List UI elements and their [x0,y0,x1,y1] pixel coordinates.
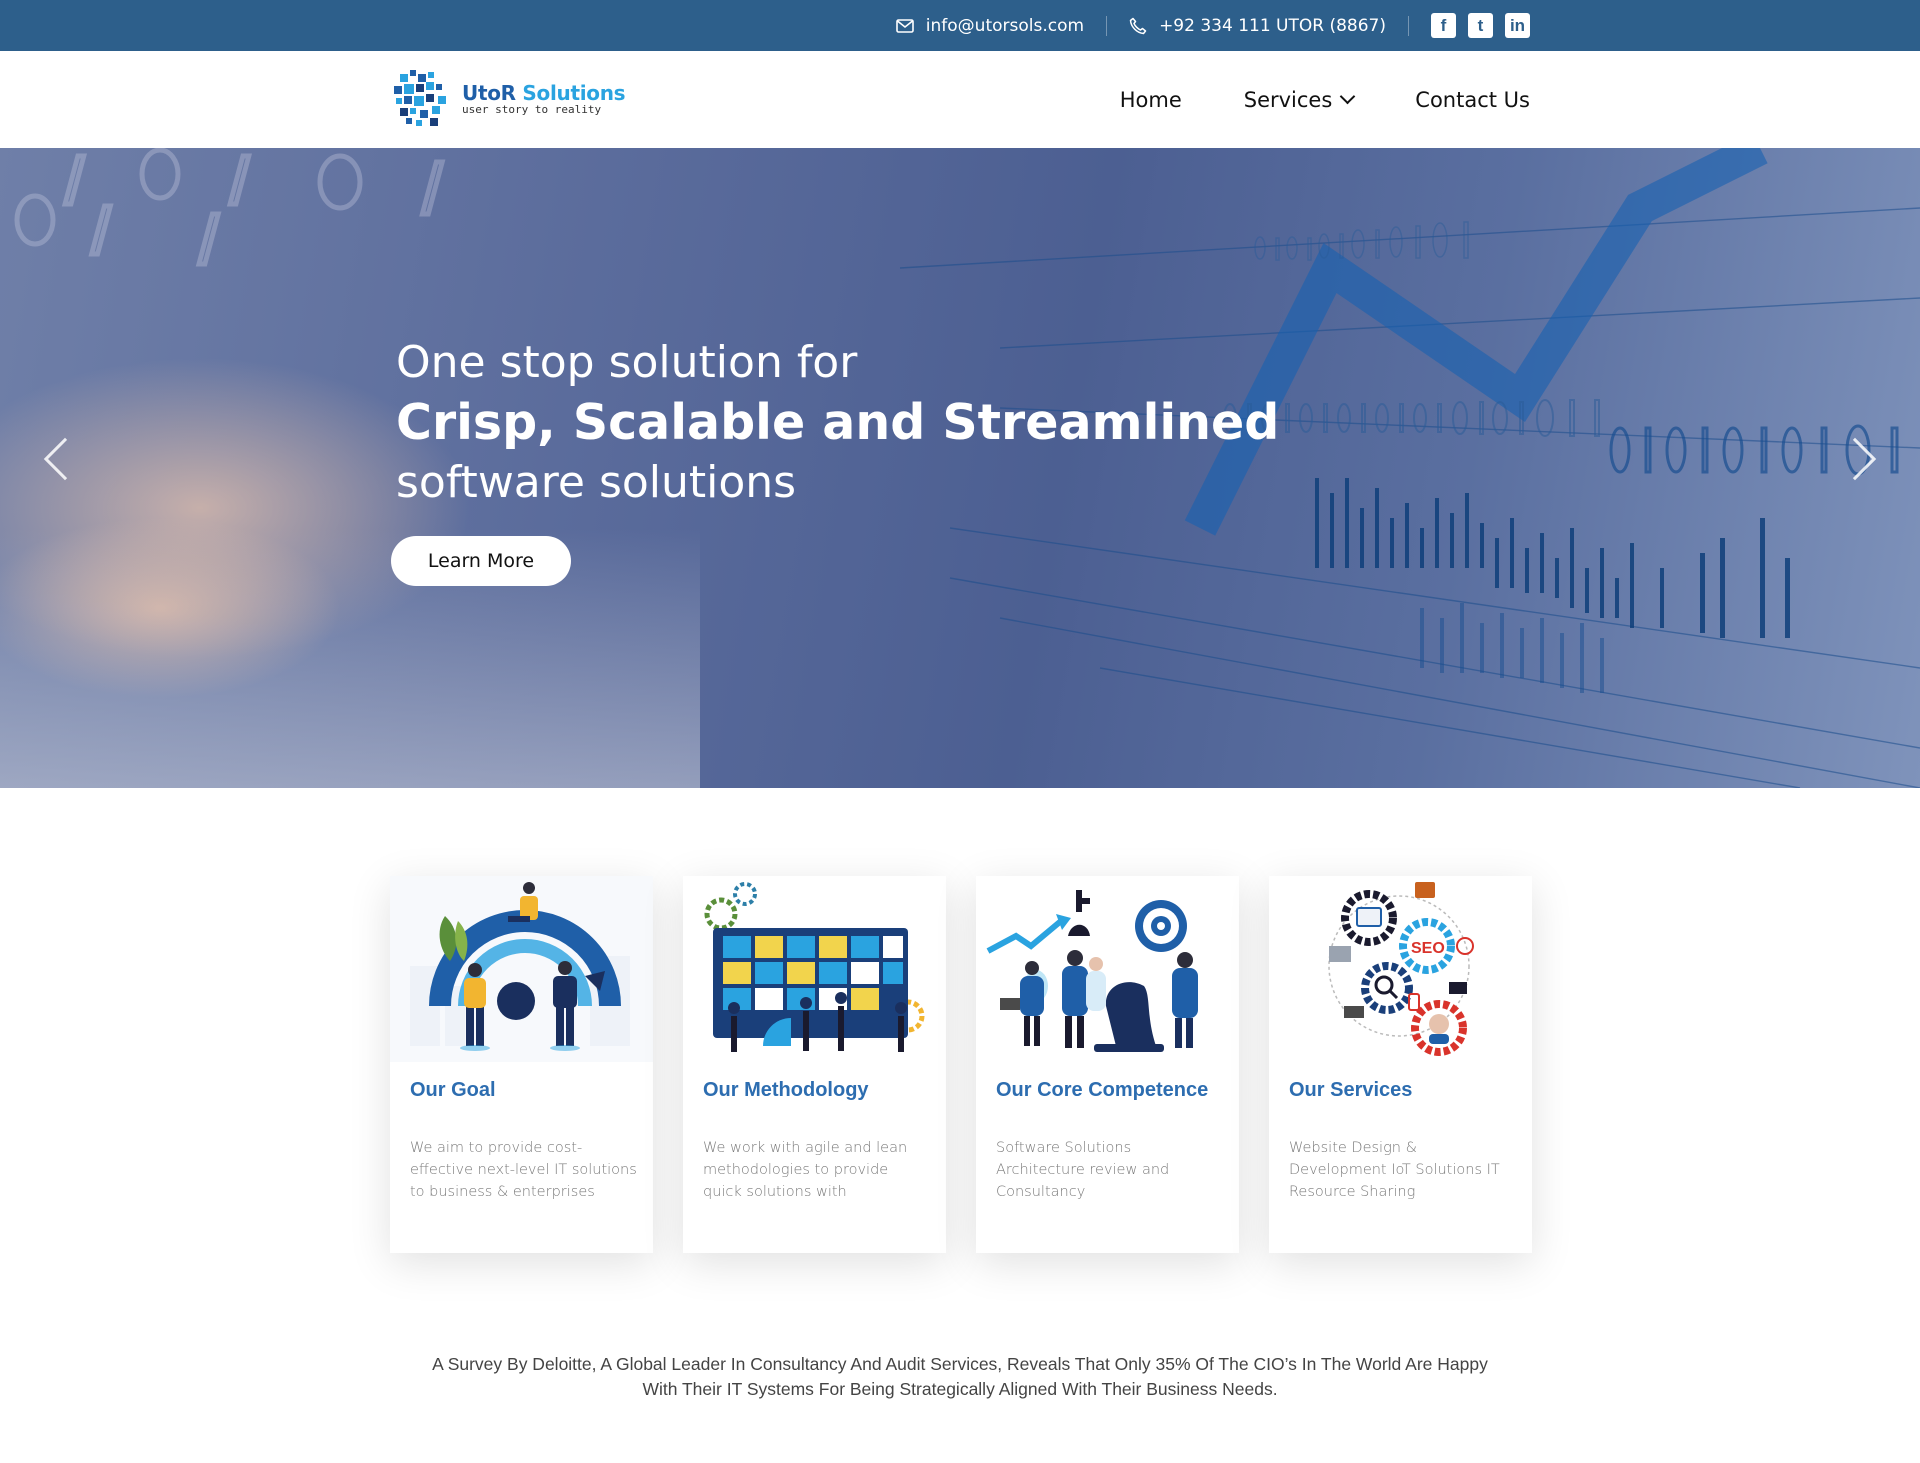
nav-services[interactable]: Services [1243,87,1356,112]
card-text: Website Design & Development IoT Solutio… [1289,1140,1500,1200]
main-nav: Home Services Contact Us [1120,51,1530,148]
svg-text:SEO: SEO [1411,940,1445,957]
card-title: Our Core Competence [996,1079,1209,1101]
phone-text[interactable]: +92 334 111 UTOR (8867) [1159,16,1386,36]
hero-line-2: Crisp, Scalable and Streamlined [396,394,1280,451]
top-bar: info@utorsols.com +92 334 111 UTOR (8867… [0,0,1920,51]
logo-mark-icon [394,70,446,126]
top-bar-contacts: info@utorsols.com +92 334 111 UTOR (8867… [895,0,1530,51]
logo-name: UtoR Solutions [462,80,626,105]
divider [1106,15,1108,36]
learn-more-button[interactable]: Learn More [391,536,571,586]
nav-services-label: Services [1243,87,1333,112]
facebook-icon[interactable]: f [1431,13,1456,38]
survey-statement: A Survey By Deloitte, A Global Leader In… [432,1354,1488,1399]
goal-illustration [390,876,653,1062]
methodology-illustration [683,876,946,1062]
site-logo[interactable]: UtoR Solutions user story to reality [392,68,626,128]
nav-home[interactable]: Home [1120,88,1182,112]
twitter-icon[interactable]: t [1468,13,1493,38]
hero-line-1: One stop solution for [396,337,858,388]
hero-heading: One stop solution for Crisp, Scalable an… [396,333,1279,513]
email-contact[interactable]: info@utorsols.com [895,16,1084,36]
logo-name-part-1: UtoR [462,80,516,105]
card-title: Our Goal [410,1079,496,1101]
feature-cards: Our Goal We aim to provide cost-effectiv… [390,876,1532,1253]
nav-home-label: Home [1119,87,1182,112]
social-links: f t in [1431,13,1530,38]
email-text[interactable]: info@utorsols.com [926,16,1084,36]
phone-contact[interactable]: +92 334 111 UTOR (8867) [1129,16,1386,36]
card-our-services[interactable]: SEO Our Services Website Design & Develo… [1269,876,1532,1253]
card-our-methodology[interactable]: Our Methodology We work with agile and l… [683,876,946,1253]
card-text: Software Solutions Architecture review a… [996,1140,1170,1200]
linkedin-icon[interactable]: in [1505,13,1530,38]
services-illustration: SEO [1269,876,1532,1062]
chevron-down-icon [1340,88,1356,105]
logo-name-part-2: Solutions [522,80,626,105]
phone-icon [1129,17,1147,34]
nav-contact[interactable]: Contact Us [1415,88,1530,112]
card-our-goal[interactable]: Our Goal We aim to provide cost-effectiv… [390,876,653,1253]
card-title: Our Methodology [703,1079,869,1101]
envelope-icon [895,18,914,33]
site-header: UtoR Solutions user story to reality Hom… [0,51,1920,148]
card-text: We work with agile and lean methodologie… [703,1140,908,1200]
card-title: Our Services [1289,1079,1413,1101]
divider [1408,15,1409,36]
competence-illustration [976,876,1239,1062]
card-text: We aim to provide cost-effective next-le… [410,1140,637,1200]
hero-slider: One stop solution for Crisp, Scalable an… [0,148,1920,788]
nav-contact-label: Contact Us [1415,87,1530,112]
logo-tagline: user story to reality [462,102,602,116]
logo-text: UtoR Solutions user story to reality [462,80,626,116]
card-our-core-competence[interactable]: Our Core Competence Software Solutions A… [976,876,1239,1253]
hero-line-3: software solutions [396,457,797,508]
